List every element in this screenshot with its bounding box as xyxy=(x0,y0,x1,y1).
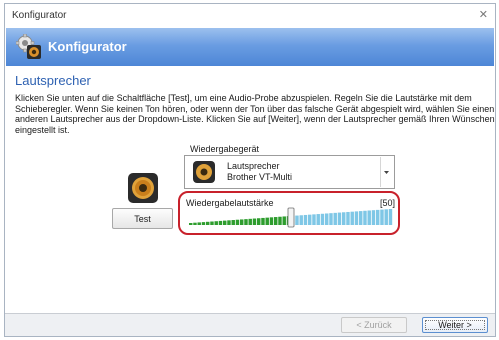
chevron-down-icon[interactable] xyxy=(380,157,393,187)
volume-bar-segment xyxy=(325,213,329,225)
gear-speaker-icon xyxy=(16,34,41,59)
volume-bar-segment xyxy=(367,210,371,225)
volume-bar-segment xyxy=(333,212,337,225)
window-title: Konfigurator xyxy=(12,10,67,21)
device-name-line1: Lautsprecher xyxy=(227,161,280,171)
volume-bar-segment xyxy=(206,221,210,225)
volume-bar-segment xyxy=(248,218,252,225)
volume-bar-segment xyxy=(252,218,257,225)
volume-bar-segment xyxy=(388,209,393,225)
back-button[interactable]: < Zurück xyxy=(341,317,407,333)
title-bar: Konfigurator ✕ xyxy=(5,4,495,27)
volume-bar-segment xyxy=(231,220,235,225)
volume-bar-segment xyxy=(218,220,223,225)
volume-bar-segment xyxy=(278,216,282,225)
volume-bar-segment xyxy=(193,222,197,225)
volume-bar-segment xyxy=(295,215,299,225)
volume-bar-segment xyxy=(299,215,303,225)
playback-device-label: Wiedergabegerät xyxy=(190,144,260,154)
close-icon[interactable]: ✕ xyxy=(479,8,488,21)
volume-bar-segment xyxy=(342,212,346,225)
playback-device-dropdown[interactable]: Lautsprecher Brother VT-Multi xyxy=(184,155,395,189)
volume-bar-segment xyxy=(257,218,261,225)
volume-bar-segment xyxy=(329,213,333,225)
volume-bar-segment xyxy=(359,211,363,225)
volume-bar-segment xyxy=(384,209,388,225)
volume-bar-segment xyxy=(244,219,248,225)
volume-bar-segment xyxy=(337,212,342,225)
volume-bar-segment xyxy=(189,223,193,225)
volume-bar-segment xyxy=(227,220,231,225)
volume-bar-segment xyxy=(350,211,354,225)
volume-bar-segment xyxy=(274,217,278,225)
speaker-icon xyxy=(193,161,215,183)
volume-bar-segment xyxy=(223,220,227,225)
volume-bar-segment xyxy=(371,210,376,225)
volume-bar-segment xyxy=(354,211,359,225)
volume-bar-segment xyxy=(265,217,269,225)
header-banner: Konfigurator xyxy=(6,28,494,66)
footer-bar: < Zurück Weiter > xyxy=(5,313,495,336)
volume-bar-segment xyxy=(303,214,308,225)
volume-bar-segment xyxy=(380,209,384,225)
test-button[interactable]: Test xyxy=(112,208,173,229)
volume-bar-segment xyxy=(316,214,320,225)
volume-bar-segment xyxy=(235,219,240,225)
banner-title: Konfigurator xyxy=(48,39,127,54)
speaker-icon xyxy=(128,173,158,203)
volume-bar-segment xyxy=(197,222,201,225)
volume-bar-segment xyxy=(240,219,244,225)
volume-bar-segment xyxy=(320,213,325,225)
volume-bar-segment xyxy=(363,210,367,225)
volume-slider-thumb[interactable] xyxy=(287,207,295,228)
volume-bar-segment xyxy=(261,217,265,225)
volume-bar-segment xyxy=(346,211,350,225)
instructions-text: Klicken Sie unten auf die Schaltfläche [… xyxy=(15,93,495,135)
next-button[interactable]: Weiter > xyxy=(422,317,488,333)
volume-bar-segment xyxy=(308,214,312,225)
device-name-line2: Brother VT-Multi xyxy=(227,172,293,182)
volume-bar-segment xyxy=(312,214,316,225)
volume-slider[interactable] xyxy=(189,207,393,229)
next-button-label: Weiter > xyxy=(438,320,472,330)
volume-bar-segment xyxy=(210,221,214,225)
volume-bar-segment xyxy=(282,216,286,225)
section-title: Lautsprecher xyxy=(15,73,91,88)
volume-bar-segment xyxy=(376,209,380,225)
volume-bar-segment xyxy=(269,217,274,225)
volume-bar-segment xyxy=(201,222,206,225)
volume-bar-segment xyxy=(214,221,218,225)
